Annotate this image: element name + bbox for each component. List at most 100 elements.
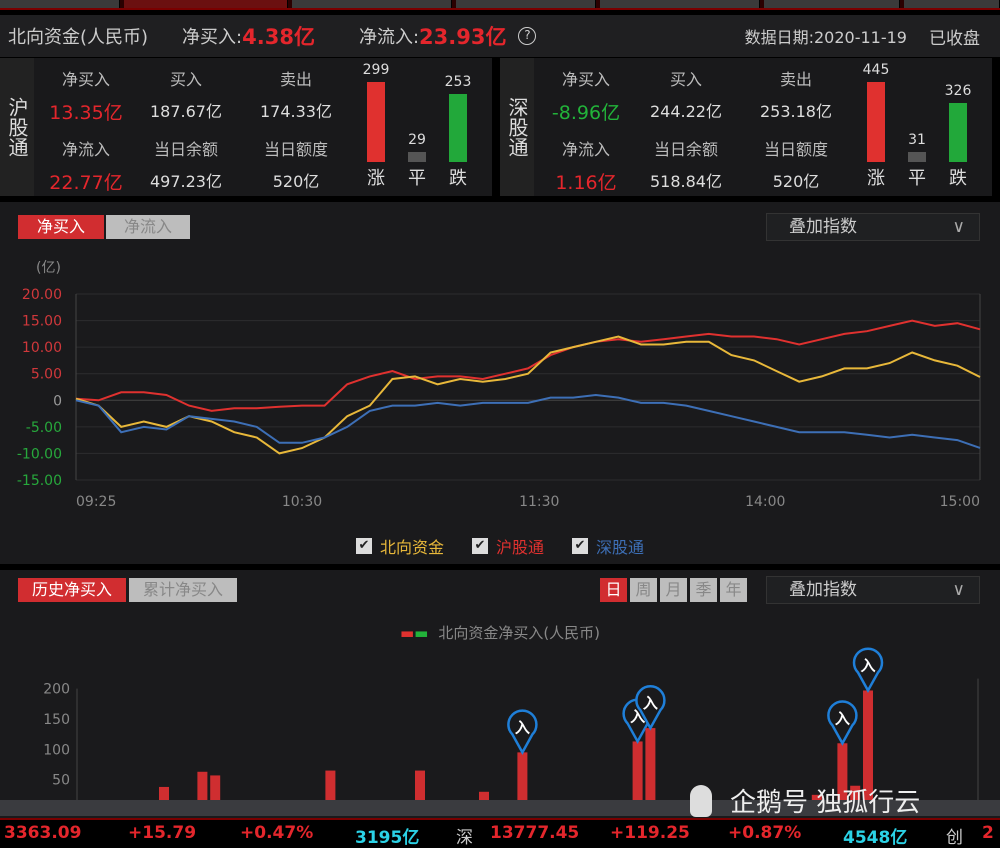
stat-label: 买入 <box>669 70 702 89</box>
stat-net_buy: 净买入 13.35亿 <box>36 66 136 125</box>
tab[interactable] <box>0 0 120 8</box>
x-tick-label: 10:30 <box>282 494 322 510</box>
stat-net_flow: 净流入 22.77亿 <box>36 136 136 195</box>
stat-label: 当日余额 <box>153 140 218 159</box>
legend: ✔ 北向资金 ✔ 沪股通 ✔ 深股通 <box>0 534 1000 558</box>
stat-quota: 当日额度 520亿 <box>246 136 346 192</box>
stat-label: 净流入 <box>61 140 110 159</box>
cy-label: 创 <box>946 828 963 848</box>
legend-label: 沪股通 <box>495 538 544 557</box>
help-icon[interactable]: ? <box>518 27 537 45</box>
label-up: 涨 <box>867 168 885 189</box>
checkbox-icon[interactable]: ✔ <box>572 538 588 554</box>
legend-toggle-2[interactable]: ✔ 深股通 <box>572 534 644 558</box>
tab[interactable] <box>904 0 1000 8</box>
stat-value: 174.33亿 <box>260 102 332 121</box>
history-section: 历史净买入 累计净买入 日周月季年 叠加指数 ∨ ▬▬ 北向资金净买入(人民币) 2… <box>0 570 1000 818</box>
intraday-section: 净买入 净流入 叠加指数 ∨ (亿) 20.00 15.00 10.00 5.00 0 -5.… <box>0 202 1000 564</box>
stat-value: 518.84亿 <box>650 172 722 191</box>
sz-pct: +0.87% <box>728 823 802 843</box>
count-flat: 29 <box>408 132 426 148</box>
legend-toggle-1[interactable]: ✔ 沪股通 <box>471 534 544 558</box>
stat-net_flow: 净流入 1.16亿 <box>536 136 636 195</box>
y-tick-label: 50 <box>52 773 70 789</box>
x-tick-label: 14:00 <box>745 494 785 510</box>
label-down: 跌 <box>449 168 467 189</box>
unit-label: (亿) <box>36 260 61 276</box>
legend-toggle-0[interactable]: ✔ 北向资金 <box>355 534 444 558</box>
stat-value: 1.16亿 <box>555 172 617 194</box>
intraday-line-chart: (亿) 20.00 15.00 10.00 5.00 0 -5.00 -10.00 -15.00… <box>17 260 981 510</box>
y-tick-label: 5.00 <box>31 367 62 383</box>
stat-label: 卖出 <box>279 70 312 89</box>
stat-value: 520亿 <box>772 172 820 191</box>
sz-change: +119.25 <box>610 823 690 843</box>
stat-value: 22.77亿 <box>49 172 123 194</box>
label-down: 跌 <box>949 168 967 189</box>
bar-down <box>949 103 967 162</box>
tab[interactable] <box>600 0 760 8</box>
stat-value: 497.23亿 <box>150 172 222 191</box>
bar-down <box>449 94 467 162</box>
x-tick-label: 15:00 <box>940 494 980 510</box>
tab[interactable] <box>292 0 452 8</box>
watermark: 企鹅号 独孤行云 <box>690 782 920 819</box>
series-line-1 <box>75 335 981 455</box>
sz-amount: 4548亿 <box>843 828 908 848</box>
stat-sell: 卖出 174.33亿 <box>246 66 346 122</box>
y-tick-label: -10.00 <box>17 446 62 462</box>
stat-label: 当日额度 <box>763 140 828 159</box>
y-tick-label: -5.00 <box>26 420 62 436</box>
data-date: 数据日期:2020-11-19 <box>744 28 907 47</box>
y-tick-label: 200 <box>43 682 70 698</box>
sh-amount: 3195亿 <box>355 828 420 848</box>
history-bar-chart: 20015010050入入入入入 <box>43 647 979 810</box>
y-tick-label: 100 <box>43 742 70 758</box>
bar <box>645 728 656 810</box>
penguin-icon <box>690 784 712 817</box>
market-name: 沪股通 <box>0 58 34 196</box>
count-flat: 31 <box>908 132 926 148</box>
summary-header: 北向资金(人民币) 净买入: 4.38亿 净流入: 23.93亿 ? 数据日期:… <box>0 15 1000 57</box>
sz-label: 深 <box>456 828 473 848</box>
series-line-0 <box>75 319 981 412</box>
stat-value: 253.18亿 <box>760 102 832 121</box>
count-down: 253 <box>444 74 472 91</box>
marker-label: 入 <box>860 656 875 674</box>
stat-balance: 当日余额 497.23亿 <box>136 136 236 192</box>
sh-panel: 沪股通 净买入 13.35亿 买入 187.67亿 卖出 174.33亿 净流入 22.77亿当… <box>0 58 492 196</box>
count-up: 445 <box>862 62 890 78</box>
tab-active[interactable] <box>124 0 288 8</box>
marker-label: 入 <box>515 718 530 736</box>
y-tick-label: -15.00 <box>17 473 62 489</box>
legend-label: 北向资金 <box>379 538 444 557</box>
net-buy-value: 4.38亿 <box>242 25 315 49</box>
stat-label: 净买入 <box>61 70 110 89</box>
stat-value: 244.22亿 <box>650 102 722 121</box>
bar-flat <box>908 152 926 162</box>
checkbox-icon[interactable]: ✔ <box>471 538 488 554</box>
net-flow-label: 净流入: <box>358 27 420 48</box>
checkbox-icon[interactable]: ✔ <box>355 538 372 554</box>
x-tick-label: 11:30 <box>519 494 559 510</box>
stat-label: 卖出 <box>779 70 812 89</box>
bar-up <box>867 82 885 162</box>
bar-up <box>367 82 385 162</box>
tab[interactable] <box>764 0 900 8</box>
top-tab-strip <box>0 0 1000 10</box>
market-status: 已收盘 <box>929 28 980 49</box>
stat-buy: 买入 244.22亿 <box>636 66 736 122</box>
sh-pct: +0.47% <box>240 823 314 843</box>
tab[interactable] <box>456 0 596 8</box>
stat-quota: 当日额度 520亿 <box>746 136 846 192</box>
sz-index: 13777.45 <box>490 823 580 843</box>
sh-index: 3363.09 <box>4 823 82 843</box>
marker-label: 入 <box>835 709 850 727</box>
net-buy-label: 净买入: <box>182 27 243 48</box>
label-flat: 平 <box>408 168 426 189</box>
y-tick-label: 15.00 <box>22 314 62 330</box>
stat-label: 净买入 <box>561 70 610 89</box>
stat-value: -8.96亿 <box>551 102 621 124</box>
y-tick-label: 150 <box>43 712 70 728</box>
label-flat: 平 <box>908 168 926 189</box>
